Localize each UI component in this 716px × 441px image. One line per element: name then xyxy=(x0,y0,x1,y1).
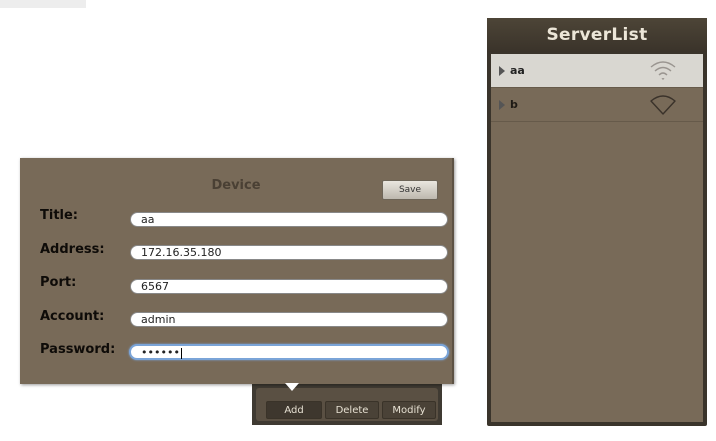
toolbar-inner: Add Delete Modify xyxy=(256,388,438,421)
port-label: Port: xyxy=(40,275,77,290)
text-cursor xyxy=(180,347,182,359)
wifi-off-icon xyxy=(650,95,676,115)
address-label: Address: xyxy=(40,242,105,257)
delete-button[interactable]: Delete xyxy=(325,401,379,419)
account-label: Account: xyxy=(40,309,105,324)
window-tab xyxy=(0,0,86,8)
device-dialog: Device Save Title: aa Address: 172.16.35… xyxy=(20,158,454,384)
server-name: b xyxy=(510,98,518,111)
address-field[interactable]: 172.16.35.180 xyxy=(130,245,448,260)
title-label: Title: xyxy=(40,208,79,223)
password-field[interactable]: •••••• xyxy=(129,344,449,360)
wifi-icon xyxy=(650,61,676,80)
save-button[interactable]: Save xyxy=(382,180,438,200)
server-list-panel: ServerList aa b xyxy=(487,18,707,426)
account-field[interactable]: admin xyxy=(130,312,448,327)
server-name: aa xyxy=(510,64,525,77)
add-button[interactable]: Add xyxy=(266,401,322,419)
disclosure-arrow-icon[interactable] xyxy=(499,65,505,76)
title-field[interactable]: aa xyxy=(130,212,448,227)
server-item-aa[interactable]: aa xyxy=(491,54,703,88)
server-list[interactable]: aa b xyxy=(491,54,703,422)
password-label: Password: xyxy=(40,342,116,357)
server-item-b[interactable]: b xyxy=(491,88,703,122)
popover-pointer xyxy=(285,383,299,391)
password-value: •••••• xyxy=(141,346,180,359)
disclosure-arrow-icon[interactable] xyxy=(499,99,505,110)
port-field[interactable]: 6567 xyxy=(130,279,448,294)
server-list-title: ServerList xyxy=(487,18,707,52)
modify-button[interactable]: Modify xyxy=(382,401,436,419)
device-toolbar: Add Delete Modify xyxy=(252,384,442,425)
